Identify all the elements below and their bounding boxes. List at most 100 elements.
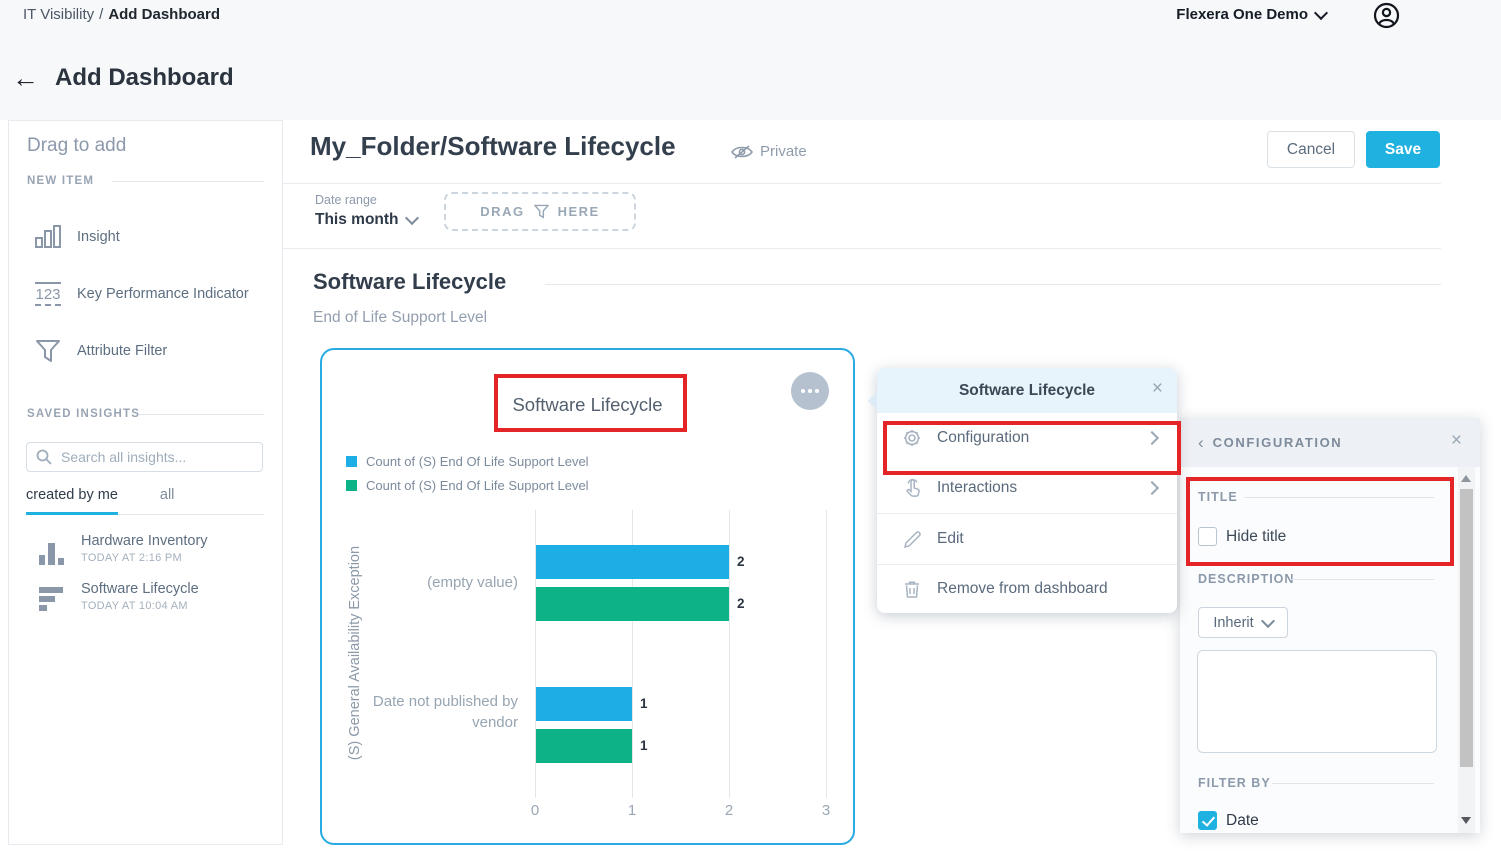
gridline <box>826 510 827 798</box>
insight-hardware-inventory[interactable]: Hardware Inventory TODAY AT 2:16 PM <box>9 533 284 579</box>
sidebar-heading: Drag to add <box>27 135 126 157</box>
screen: IT Visibility/Add Dashboard Flexera One … <box>0 0 1501 859</box>
gridline <box>729 510 730 798</box>
tab-created-by-me[interactable]: created by me <box>26 483 118 515</box>
legend-entry[interactable]: Count of (S) End Of Life Support Level <box>346 473 589 497</box>
scroll-down-arrow[interactable] <box>1461 817 1471 824</box>
back-chevron-icon[interactable]: ‹ <box>1198 433 1204 453</box>
chart-title: Software Lifecycle <box>322 394 853 416</box>
insight-timestamp: TODAY AT 2:16 PM <box>81 552 182 564</box>
y-axis-label: (S) General Availability Exception <box>347 528 363 778</box>
sidebar-item-label: Attribute Filter <box>77 343 167 359</box>
menu-item-edit[interactable]: Edit <box>877 514 1177 564</box>
chevron-down-icon <box>1261 613 1275 627</box>
filter-by-section-label: FILTER BY <box>1198 776 1271 790</box>
sidebar-item-label: Key Performance Indicator <box>77 286 249 302</box>
insight-title: Hardware Inventory <box>81 533 208 549</box>
hide-title-label: Hide title <box>1226 528 1286 546</box>
numeric-123-icon: 123 <box>31 278 65 310</box>
close-icon[interactable]: × <box>1152 378 1163 400</box>
chevron-right-icon <box>1145 431 1159 445</box>
drop-zone-prefix: DRAG <box>480 204 524 219</box>
insight-card[interactable]: Software Lifecycle Count of (S) End Of L… <box>320 348 855 845</box>
bar-value-label: 1 <box>640 738 648 753</box>
x-axis-tick: 3 <box>806 802 846 819</box>
bar-value-label: 2 <box>737 596 745 611</box>
bar[interactable] <box>536 687 632 721</box>
x-axis-tick: 0 <box>515 802 555 819</box>
scrollbar-thumb[interactable] <box>1460 489 1473 767</box>
inherit-dropdown[interactable]: Inherit <box>1198 607 1288 638</box>
legend-label: Count of (S) End Of Life Support Level <box>366 478 589 493</box>
breadcrumb-current: Add Dashboard <box>108 6 220 23</box>
divider <box>283 248 1441 249</box>
insight-title: Software Lifecycle <box>81 581 199 597</box>
cancel-button[interactable]: Cancel <box>1267 131 1355 168</box>
chevron-down-icon <box>404 211 418 225</box>
description-section-label: DESCRIPTION <box>1198 572 1294 586</box>
date-range-dropdown[interactable]: This month <box>315 211 417 229</box>
menu-item-label: Interactions <box>937 479 1017 497</box>
filter-drop-zone[interactable]: DRAG HERE <box>444 192 636 231</box>
new-item-label: NEW ITEM <box>27 175 94 187</box>
section-title: Software Lifecycle <box>313 269 506 295</box>
legend-swatch <box>346 456 357 467</box>
divider <box>139 414 264 415</box>
title-section-label: TITLE <box>1198 490 1238 504</box>
pencil-icon <box>901 530 923 549</box>
org-name: Flexera One Demo <box>1176 6 1308 23</box>
sidebar-item-attribute-filter[interactable]: Attribute Filter <box>9 329 284 373</box>
bar[interactable] <box>536 545 729 579</box>
scrollbar[interactable] <box>1458 467 1475 833</box>
description-textarea[interactable] <box>1197 650 1437 753</box>
inherit-value: Inherit <box>1213 615 1253 631</box>
privacy-label: Private <box>760 143 807 160</box>
drop-zone-suffix: HERE <box>558 204 600 219</box>
date-filter-checkbox[interactable] <box>1198 811 1217 830</box>
bar-value-label: 2 <box>737 554 745 569</box>
scroll-up-arrow[interactable] <box>1461 475 1471 482</box>
menu-item-remove[interactable]: Remove from dashboard <box>877 564 1177 614</box>
context-menu: Software Lifecycle × Configuration Inter… <box>877 368 1177 613</box>
sidebar-item-insight[interactable]: Insight <box>9 215 284 259</box>
page-header: ← Add Dashboard <box>12 64 234 92</box>
tab-all[interactable]: all <box>160 483 175 514</box>
legend-label: Count of (S) End Of Life Support Level <box>366 454 589 469</box>
legend-swatch <box>346 480 357 491</box>
menu-item-label: Edit <box>937 530 964 548</box>
insight-software-lifecycle[interactable]: Software Lifecycle TODAY AT 10:04 AM <box>9 581 284 627</box>
person-icon <box>1373 2 1400 29</box>
configuration-header: ‹ CONFIGURATION <box>1180 418 1480 467</box>
hide-title-checkbox[interactable] <box>1198 527 1217 546</box>
page-title: Add Dashboard <box>55 64 234 92</box>
more-options-button[interactable] <box>791 372 829 410</box>
divider <box>1290 579 1434 580</box>
search-input[interactable] <box>59 448 262 466</box>
x-axis-tick: 2 <box>709 802 749 819</box>
sidebar-item-kpi[interactable]: 123 Key Performance Indicator <box>9 272 284 316</box>
bar-chart-icon <box>31 222 65 252</box>
legend-entry[interactable]: Count of (S) End Of Life Support Level <box>346 449 589 473</box>
back-button[interactable]: ← <box>12 65 39 92</box>
section-subtitle: End of Life Support Level <box>313 309 487 327</box>
breadcrumb-parent[interactable]: IT Visibility <box>23 6 94 23</box>
eye-off-icon <box>731 144 753 160</box>
org-selector[interactable]: Flexera One Demo <box>1176 6 1326 23</box>
close-icon[interactable]: × <box>1451 430 1462 452</box>
sidebar: Drag to add NEW ITEM Insight 123 <box>8 120 283 845</box>
bar[interactable] <box>536 587 729 621</box>
save-button[interactable]: Save <box>1366 131 1440 168</box>
date-filter-label: Date <box>1226 812 1259 830</box>
svg-text:123: 123 <box>35 286 60 303</box>
menu-item-label: Remove from dashboard <box>937 580 1108 598</box>
bar[interactable] <box>536 729 632 763</box>
divider <box>1244 497 1434 498</box>
privacy-indicator: Private <box>731 143 807 160</box>
menu-item-configuration[interactable]: Configuration <box>877 413 1177 463</box>
user-avatar[interactable] <box>1373 2 1400 29</box>
tap-icon <box>901 478 923 498</box>
menu-pointer <box>868 392 877 410</box>
menu-item-interactions[interactable]: Interactions <box>877 463 1177 513</box>
dashboard-title[interactable]: My_Folder/Software Lifecycle <box>310 131 676 162</box>
insight-timestamp: TODAY AT 10:04 AM <box>81 600 188 612</box>
